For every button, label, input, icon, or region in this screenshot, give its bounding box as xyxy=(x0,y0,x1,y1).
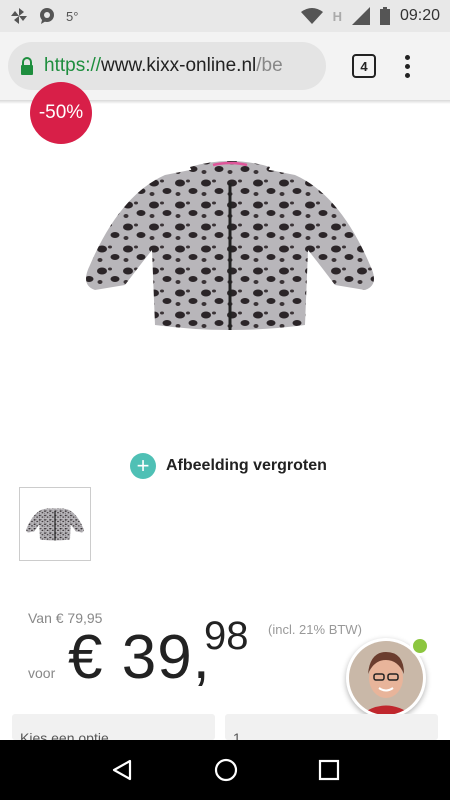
temperature: 5° xyxy=(66,8,79,24)
back-icon[interactable] xyxy=(110,758,134,782)
plus-icon: + xyxy=(130,453,156,479)
product-image[interactable] xyxy=(70,155,390,340)
url-scheme: https:// xyxy=(44,55,102,76)
url-path: /be xyxy=(256,55,283,76)
clock: 09:20 xyxy=(399,7,440,24)
voor-label: voor xyxy=(28,665,56,681)
quantity-select[interactable]: 1 xyxy=(225,714,438,740)
status-bar: 5° H 09:20 xyxy=(0,0,450,32)
url-domain: www.kixx-online.nl xyxy=(101,55,257,76)
price-main: € 39, xyxy=(68,623,211,692)
network-type: H xyxy=(332,8,342,24)
home-icon[interactable] xyxy=(214,758,238,782)
pinwheel-icon xyxy=(11,8,27,24)
lock-icon xyxy=(21,57,33,75)
recents-icon[interactable] xyxy=(318,759,340,781)
signal-icon xyxy=(351,7,370,25)
overflow-menu-button[interactable] xyxy=(402,54,412,78)
variant-select[interactable]: Kies een optie xyxy=(12,714,215,740)
dot-icon xyxy=(404,72,410,78)
enlarge-image-label: Afbeelding vergroten xyxy=(166,457,327,474)
status-right: H 09:20 xyxy=(300,7,440,25)
dot-icon xyxy=(404,54,410,60)
enlarge-image-link[interactable]: + Afbeelding vergroten xyxy=(130,453,327,479)
chat-avatar-button[interactable] xyxy=(346,636,430,718)
status-left: 5° xyxy=(10,7,78,25)
online-status-dot xyxy=(410,636,430,656)
wifi-icon xyxy=(300,8,323,24)
tab-switcher-button[interactable]: 4 xyxy=(352,54,376,78)
quantity-select-value: 1 xyxy=(233,730,241,740)
dot-icon xyxy=(404,63,410,69)
sale-badge: -50% xyxy=(30,82,92,144)
price-cents: 98 xyxy=(204,614,249,658)
thumbnail-image xyxy=(26,508,84,541)
url-text: https://www.kixx-online.nl/be xyxy=(44,55,283,77)
android-nav-bar xyxy=(0,740,450,800)
vat-note: (incl. 21% BTW) xyxy=(268,622,362,637)
variant-select-value: Kies een optie xyxy=(20,730,109,740)
chat-bubble-icon xyxy=(40,8,54,24)
battery-icon xyxy=(379,7,390,25)
product-thumbnail[interactable] xyxy=(19,487,91,561)
